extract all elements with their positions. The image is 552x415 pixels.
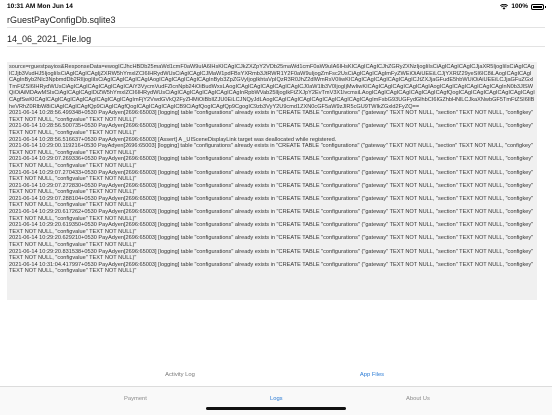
log-viewer[interactable]: source=rguestpayios&ResponseData=ewogICJ… xyxy=(7,62,537,300)
home-indicator xyxy=(206,407,346,410)
segment-control: Activity Log App Files xyxy=(0,368,552,382)
tab-bar: Payment Logs About Us xyxy=(0,386,552,415)
divider xyxy=(7,27,545,28)
tab-logs[interactable]: Logs xyxy=(270,396,283,402)
battery-percent: 100% xyxy=(511,3,528,10)
status-bar: 10:31 AM Mon Jun 14 100% xyxy=(0,0,552,12)
tab-about-us[interactable]: About Us xyxy=(406,396,430,402)
segment-activity-log[interactable]: Activity Log xyxy=(84,368,276,382)
log-file-title: 14_06_2021_File.log xyxy=(7,34,92,44)
tab-payment[interactable]: Payment xyxy=(124,396,147,402)
wifi-icon xyxy=(500,3,509,10)
status-right: 100% xyxy=(500,3,546,10)
status-time-value: 10:31 AM xyxy=(7,3,36,10)
status-date-value: Mon Jun 14 xyxy=(37,3,73,10)
battery-icon xyxy=(531,3,546,10)
status-time: 10:31 AM Mon Jun 14 xyxy=(7,3,73,10)
divider xyxy=(7,46,545,47)
segment-app-files[interactable]: App Files xyxy=(276,368,468,382)
database-title: rGuestPayConfigDb.sqlite3 xyxy=(7,15,116,25)
log-content: source=rguestpayios&ResponseData=ewogICJ… xyxy=(9,64,535,275)
